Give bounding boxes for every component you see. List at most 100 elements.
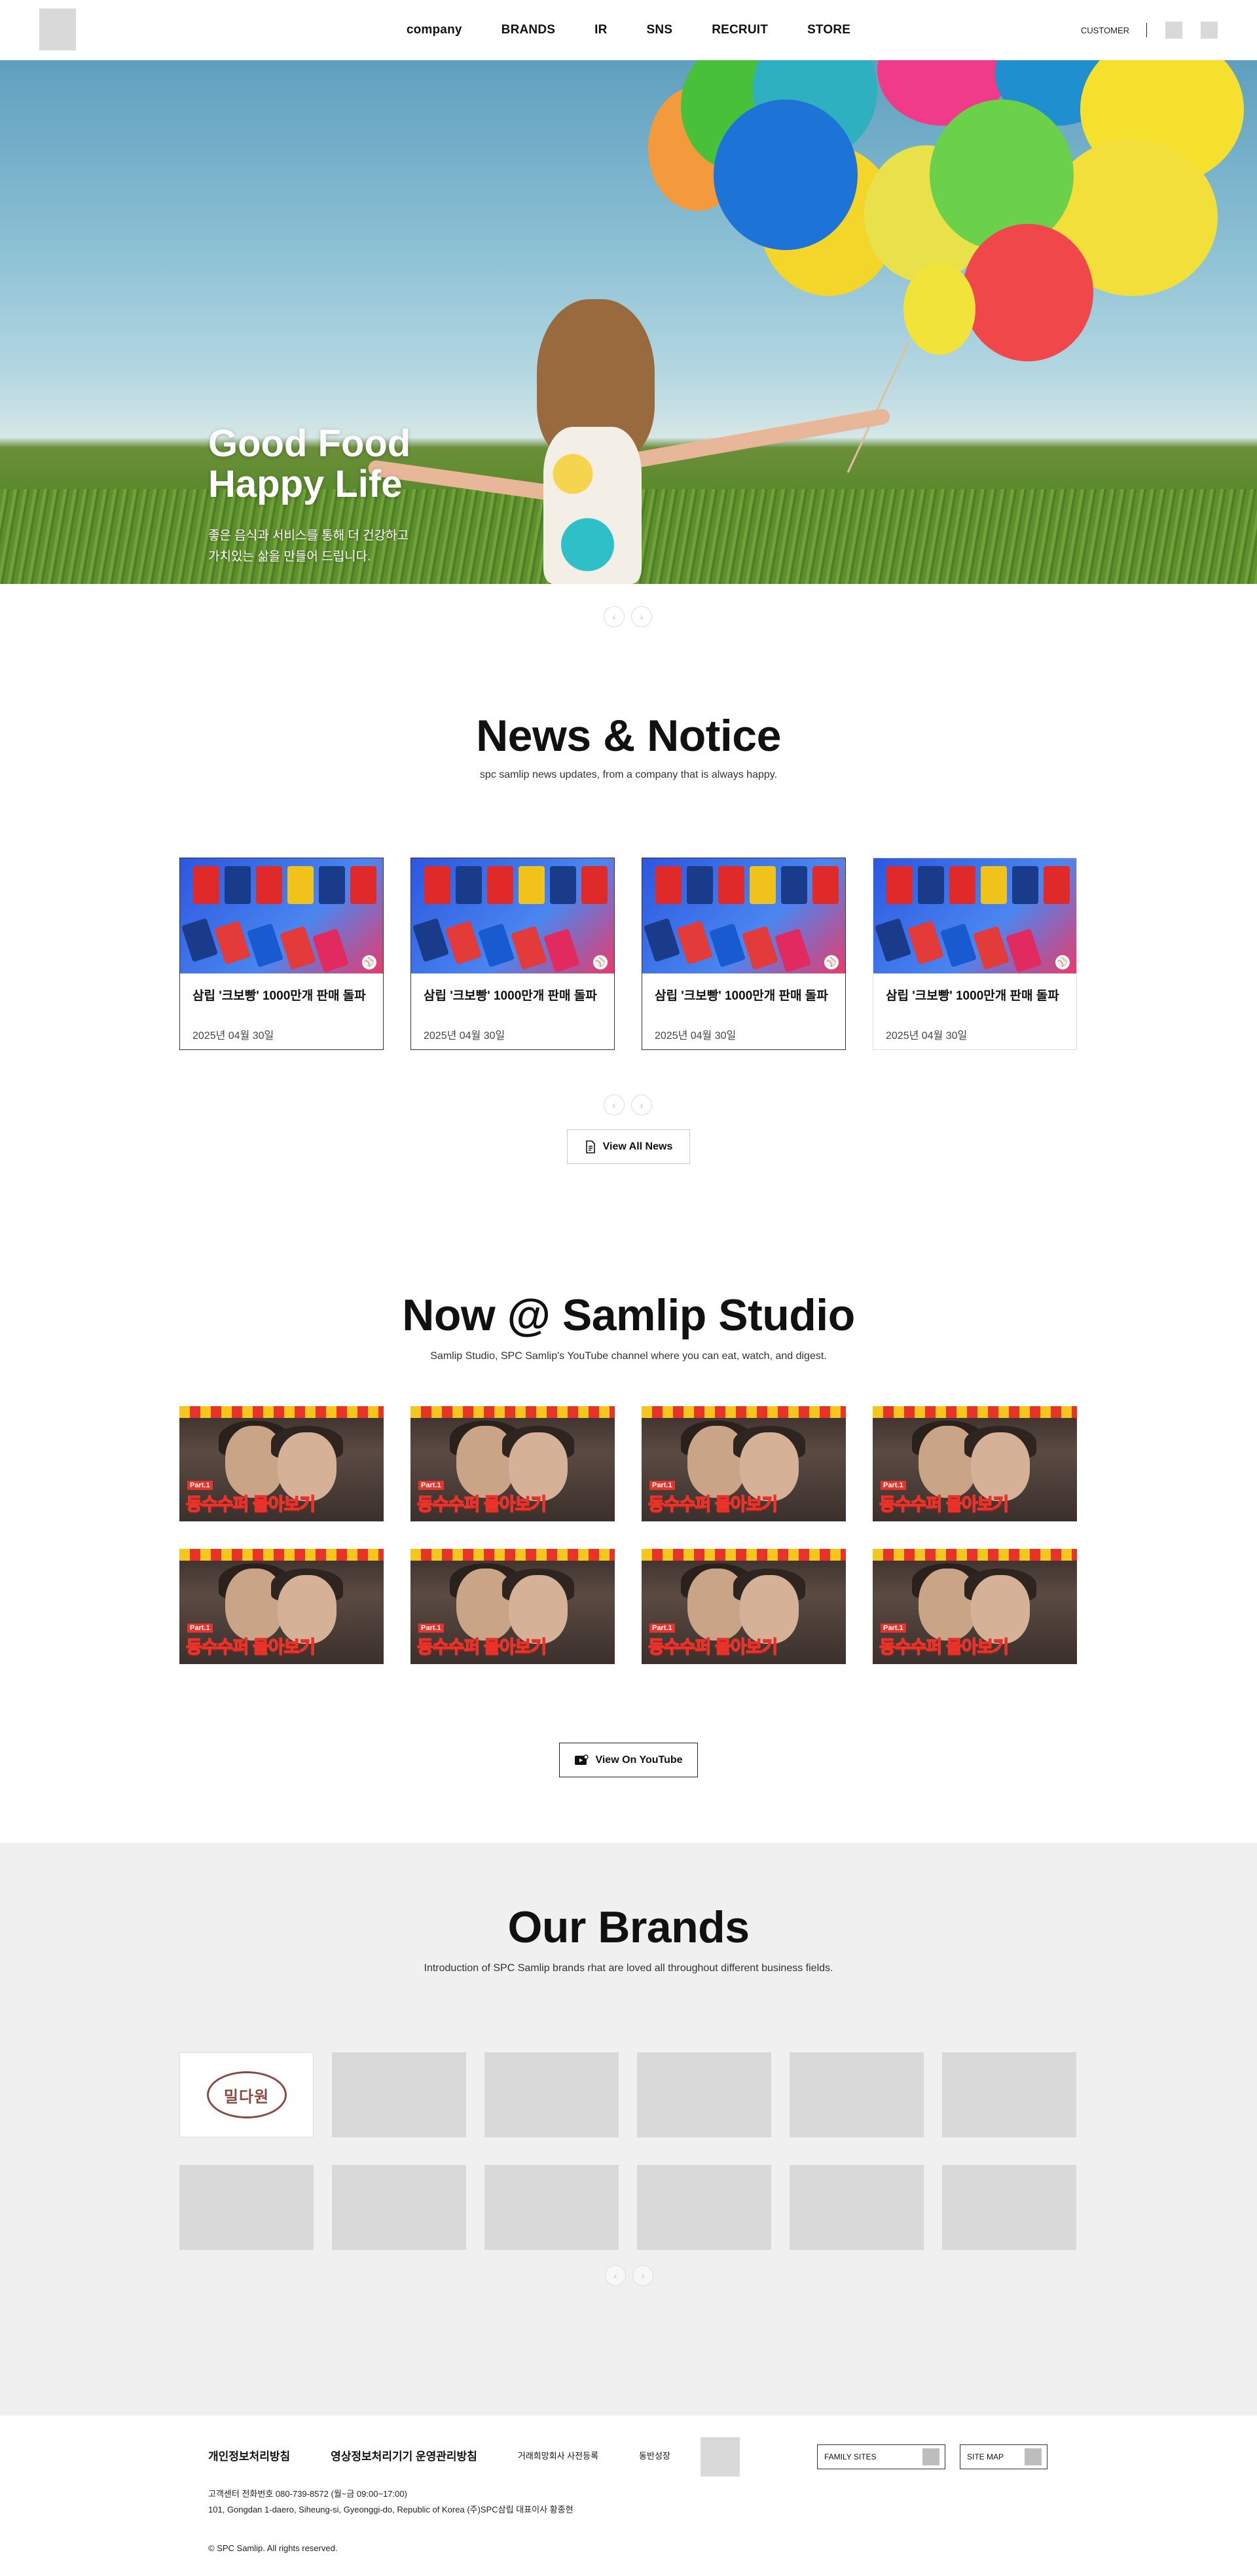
video-caption: 동수수퍼 몰아보기 [185, 1494, 316, 1514]
video-caption: 동수수퍼 몰아보기 [647, 1494, 778, 1514]
studio-title: Now @ Samlip Studio [402, 1290, 855, 1340]
balloon [714, 100, 858, 250]
brand-card[interactable] [179, 2165, 314, 2250]
brand-card[interactable] [332, 2052, 466, 2137]
news-card-title: 삼립 '크보빵' 1000만개 판매 돌파 [886, 989, 1059, 1003]
studio-subtitle: Samlip Studio, SPC Samlip's YouTube chan… [430, 1351, 827, 1362]
news-card[interactable]: ⚾ 삼립 '크보빵' 1000만개 판매 돌파 2025년 04월 30일 [179, 858, 384, 1050]
privacy-policy-link[interactable]: 개인정보처리방침 [208, 2447, 290, 2463]
balloon-string [847, 341, 910, 473]
certification-badge [701, 2437, 740, 2476]
family-sites-label: FAMILY SITES [824, 2452, 877, 2461]
prev-arrow-icon[interactable]: ‹ [604, 606, 625, 627]
partner-registration-link[interactable]: 거래희망회사 사전등록 [518, 2449, 598, 2461]
main-nav: company BRANDS IR SNS RECRUIT STORE [0, 0, 1257, 60]
video-thumbnail[interactable]: Part.1 동수수퍼 몰아보기 [410, 1549, 615, 1664]
hero-title: Good Food Happy Life [208, 422, 411, 505]
document-icon [585, 1140, 595, 1153]
video-thumbnail[interactable]: Part.1 동수수퍼 몰아보기 [873, 1406, 1077, 1521]
next-arrow-icon[interactable]: › [631, 606, 652, 627]
address-info: 101, Gongdan 1-daero, Siheung-si, Gyeong… [208, 2505, 574, 2514]
nav-brands[interactable]: BRANDS [501, 23, 555, 37]
news-thumbnail: ⚾ [642, 858, 845, 973]
dropdown-icon [922, 2448, 939, 2465]
video-part-label: Part.1 [418, 1624, 444, 1633]
video-part-label: Part.1 [187, 1481, 213, 1490]
video-caption: 동수수퍼 몰아보기 [647, 1637, 778, 1657]
balloon [962, 224, 1093, 361]
brand-card[interactable] [942, 2052, 1076, 2137]
language-icon[interactable] [1165, 22, 1182, 39]
news-card-date: 2025년 04월 30일 [886, 1030, 968, 1042]
mildawon-logo: 밀다원 [206, 2071, 287, 2118]
prev-arrow-icon[interactable]: ‹ [604, 1095, 625, 1116]
video-caption: 동수수퍼 몰아보기 [185, 1637, 316, 1657]
news-card[interactable]: ⚾ 삼립 '크보빵' 1000만개 판매 돌파 2025년 04월 30일 [873, 858, 1077, 1050]
brand-card[interactable] [790, 2052, 924, 2137]
hero-description: 좋은 음식과 서비스를 통해 더 건강하고 가치있는 삶을 만들어 드립니다. [208, 529, 409, 564]
brand-card-mildawon[interactable]: 밀다원 [179, 2052, 314, 2137]
nav-company[interactable]: company [407, 23, 462, 37]
video-thumbnail[interactable]: Part.1 동수수퍼 몰아보기 [642, 1549, 846, 1664]
next-arrow-icon[interactable]: › [632, 2265, 653, 2286]
news-card-title: 삼립 '크보빵' 1000만개 판매 돌파 [192, 989, 366, 1003]
footer-links: 개인정보처리방침 영상정보처리기기 운영관리방침 거래희망회사 사전등록 동반성… [208, 2447, 670, 2463]
dropdown-icon [1025, 2448, 1042, 2465]
site-map-label: SITE MAP [967, 2452, 1004, 2461]
video-thumbnail[interactable]: Part.1 동수수퍼 몰아보기 [179, 1406, 384, 1521]
brands-pager: ‹ › [605, 2265, 653, 2286]
brand-card[interactable] [484, 2052, 619, 2137]
video-thumbnail[interactable]: Part.1 동수수퍼 몰아보기 [179, 1549, 384, 1664]
video-part-label: Part.1 [881, 1624, 906, 1633]
kbo-badge-icon: ⚾ [593, 955, 608, 970]
family-sites-select[interactable]: FAMILY SITES [817, 2444, 945, 2469]
kbo-badge-icon: ⚾ [824, 955, 839, 970]
brand-card[interactable] [637, 2052, 771, 2137]
news-card[interactable]: ⚾ 삼립 '크보빵' 1000만개 판매 돌파 2025년 04월 30일 [642, 858, 846, 1050]
nav-store[interactable]: STORE [807, 23, 850, 37]
brand-card[interactable] [637, 2165, 771, 2250]
video-thumbnail[interactable]: Part.1 동수수퍼 몰아보기 [642, 1406, 846, 1521]
header-utility: CUSTOMER [1081, 0, 1218, 60]
contact-info: 고객센터 전화번호 080-739-8572 (월~금 09:00~17:00) [208, 2489, 407, 2499]
brands-subtitle: Introduction of SPC Samlip brands rhat a… [424, 1963, 833, 1974]
prev-arrow-icon[interactable]: ‹ [605, 2265, 626, 2286]
video-part-label: Part.1 [418, 1481, 444, 1490]
nav-ir[interactable]: IR [594, 23, 607, 37]
view-on-youtube-label: View On YouTube [595, 1754, 683, 1766]
view-all-news-button[interactable]: View All News [567, 1129, 690, 1164]
hero-banner: Good Food Happy Life 좋은 음식과 서비스를 통해 더 건강… [0, 60, 1257, 584]
nav-recruit[interactable]: RECRUIT [712, 23, 768, 37]
company-info: 고객센터 전화번호 080-739-8572 (월~금 09:00~17:00)… [208, 2486, 574, 2518]
brand-card[interactable] [332, 2165, 466, 2250]
menu-icon[interactable] [1201, 22, 1218, 39]
news-card-date: 2025년 04월 30일 [655, 1030, 737, 1042]
video-thumbnail[interactable]: Part.1 동수수퍼 몰아보기 [873, 1549, 1077, 1664]
video-thumbnail[interactable]: Part.1 동수수퍼 몰아보기 [410, 1406, 615, 1521]
video-part-label: Part.1 [881, 1481, 906, 1490]
site-map-select[interactable]: SITE MAP [960, 2444, 1048, 2469]
copyright: © SPC Samlip. All rights reserved. [208, 2543, 338, 2553]
youtube-icon [575, 1754, 589, 1765]
brands-title: Our Brands [507, 1902, 750, 1952]
video-caption: 동수수퍼 몰아보기 [416, 1637, 547, 1657]
news-card-title: 삼립 '크보빵' 1000만개 판매 돌파 [655, 989, 828, 1003]
video-caption: 동수수퍼 몰아보기 [416, 1494, 547, 1514]
brand-card[interactable] [942, 2165, 1076, 2250]
balloon [903, 263, 975, 355]
brand-card[interactable] [790, 2165, 924, 2250]
news-card[interactable]: ⚾ 삼립 '크보빵' 1000만개 판매 돌파 2025년 04월 30일 [410, 858, 615, 1050]
customer-link[interactable]: CUSTOMER [1081, 26, 1129, 35]
video-part-label: Part.1 [649, 1481, 675, 1490]
site-logo[interactable] [39, 9, 76, 50]
girl-dress [543, 427, 642, 584]
site-header: company BRANDS IR SNS RECRUIT STORE CUST… [0, 0, 1257, 60]
view-on-youtube-button[interactable]: View On YouTube [559, 1743, 698, 1777]
cctv-policy-link[interactable]: 영상정보처리기기 운영관리방침 [331, 2447, 477, 2463]
nav-sns[interactable]: SNS [647, 23, 673, 37]
brand-card[interactable] [484, 2165, 619, 2250]
kbo-badge-icon: ⚾ [1055, 955, 1070, 970]
shared-growth-link[interactable]: 동반성장 [639, 2449, 670, 2461]
video-caption: 동수수퍼 몰아보기 [879, 1494, 1010, 1514]
next-arrow-icon[interactable]: › [631, 1095, 652, 1116]
